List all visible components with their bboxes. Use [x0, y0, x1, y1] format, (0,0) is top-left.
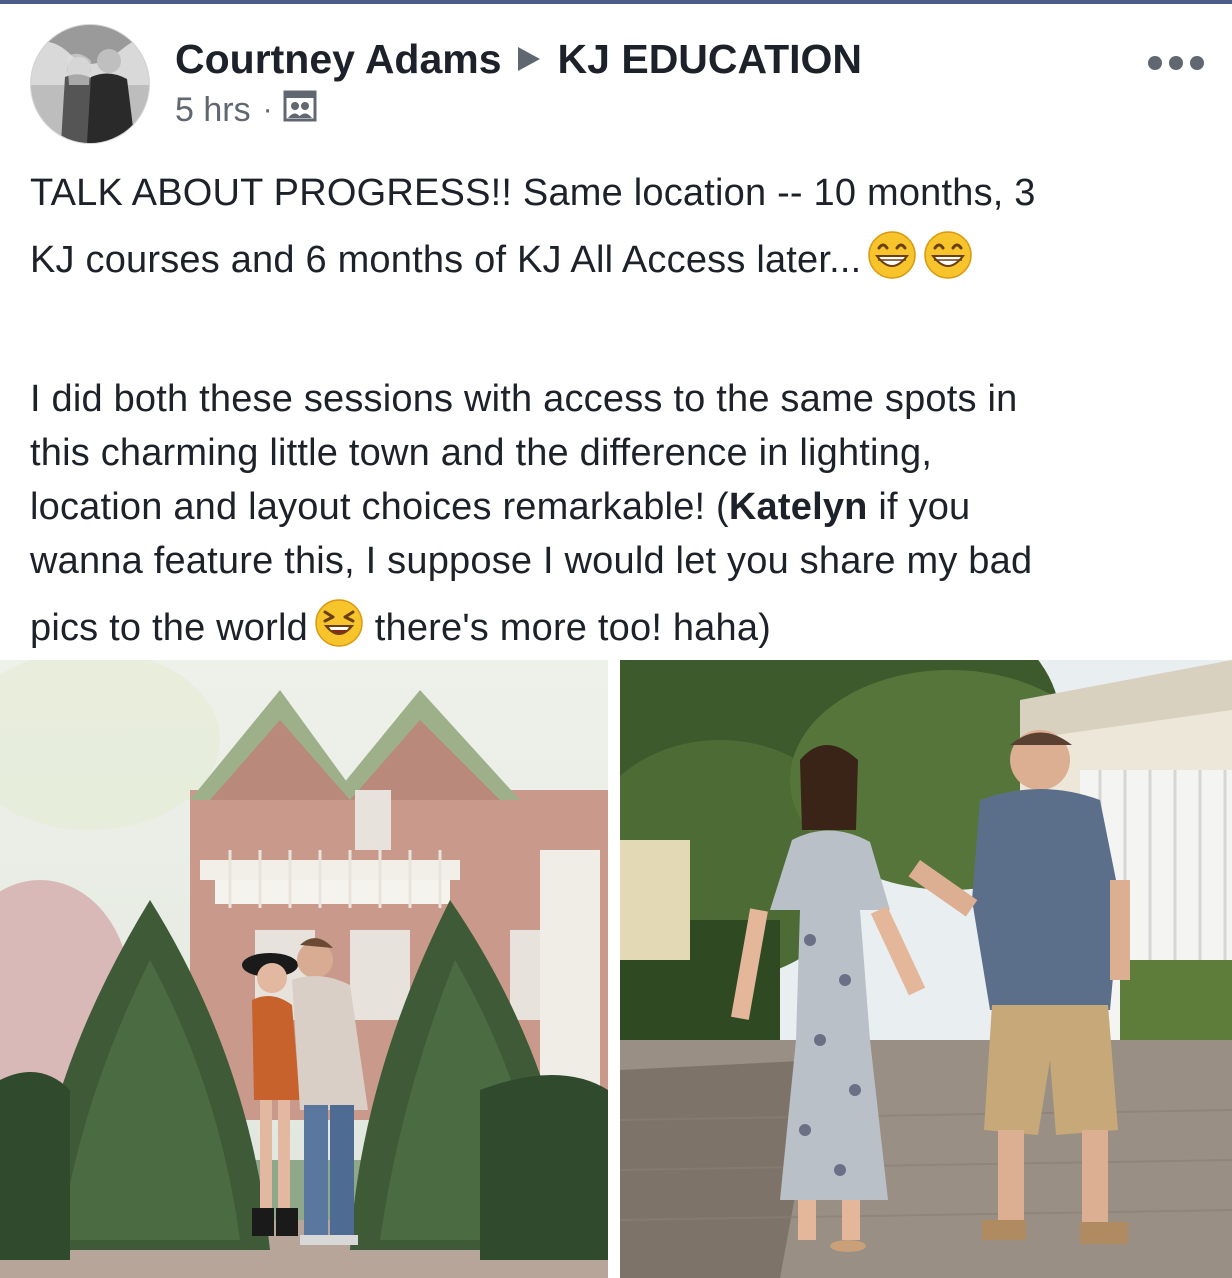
post-body: TALK ABOUT PROGRESS!! Same location -- 1… [30, 166, 1210, 676]
top-border [0, 0, 1232, 4]
post-text-line: this charming little town and the differ… [30, 432, 933, 474]
shared-to-arrow-icon [517, 47, 540, 71]
post-header-title: Courtney Adams KJ EDUCATION [175, 34, 862, 84]
post-meta: 5 hrs · [175, 88, 317, 132]
post-text-spacer [30, 296, 1210, 372]
avatar-image [31, 25, 149, 143]
group-audience-icon[interactable] [283, 89, 317, 132]
grinning-face-emoji-icon [867, 228, 917, 308]
grinning-face-emoji-icon [923, 228, 973, 308]
post-text-line: KJ courses and 6 months of KJ All Access… [30, 220, 1210, 296]
post-text-line: I did both these sessions with access to… [30, 378, 1018, 420]
meta-separator: · [262, 93, 273, 126]
author-name-link[interactable]: Courtney Adams [175, 36, 502, 83]
more-options-icon[interactable] [1148, 52, 1204, 74]
post-text-line: TALK ABOUT PROGRESS!! Same location -- 1… [30, 172, 1036, 214]
mention-link[interactable]: Katelyn [729, 486, 868, 528]
photo-couple-walking-hand-in-hand[interactable] [620, 660, 1232, 1278]
post-timestamp[interactable]: 5 hrs [175, 91, 251, 130]
author-avatar[interactable] [30, 24, 150, 144]
post-text-line: location and layout choices remarkable! … [30, 486, 971, 528]
post-text-line: wanna feature this, I suppose I would le… [30, 540, 1033, 582]
photo-couple-hug-by-trees[interactable] [0, 660, 608, 1278]
group-name-link[interactable]: KJ EDUCATION [558, 36, 862, 83]
